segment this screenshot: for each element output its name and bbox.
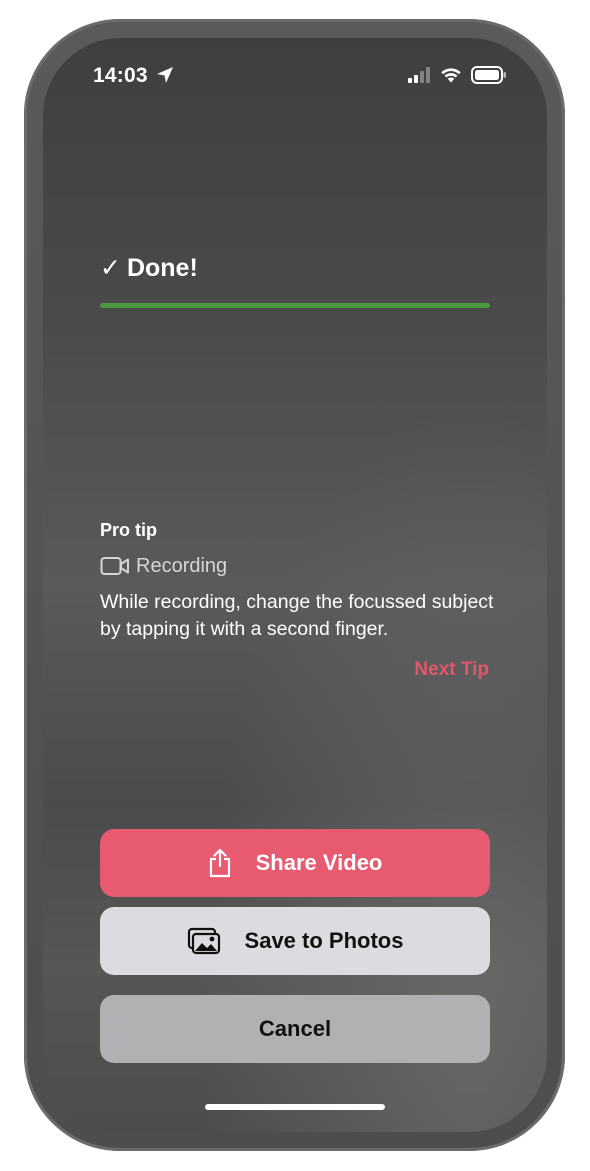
wifi-icon (441, 68, 461, 83)
progress-status: ✓ Done! (100, 250, 198, 286)
video-camera-icon (100, 557, 129, 575)
battery-icon (471, 66, 506, 84)
tip-category: Recording (100, 553, 227, 579)
screen: 14:03 ✓ Done! Pro tip Recording While re… (43, 38, 547, 1132)
save-to-photos-button[interactable]: Save to Photos (100, 907, 490, 975)
cellular-signal-icon (408, 67, 430, 83)
progress-bar-fill (100, 303, 490, 308)
tip-title: Pro tip (100, 520, 157, 540)
share-icon (208, 848, 232, 878)
share-video-button[interactable]: Share Video (100, 829, 490, 897)
tip-category-label: Recording (136, 554, 228, 577)
cancel-button[interactable]: Cancel (100, 995, 490, 1063)
cancel-label: Cancel (258, 1016, 332, 1041)
status-time: 14:03 (93, 64, 148, 87)
location-arrow-icon (157, 67, 173, 83)
progress-label: Done! (126, 253, 198, 282)
photos-icon (187, 927, 221, 955)
share-video-label: Share Video (255, 850, 383, 875)
tip-body: While recording, change the focussed sub… (100, 591, 494, 640)
home-indicator[interactable] (205, 1104, 385, 1110)
checkmark-icon: ✓ (100, 254, 121, 282)
progress-bar (100, 303, 490, 308)
status-bar: 14:03 (43, 38, 547, 114)
next-tip-button[interactable]: Next Tip (414, 659, 489, 681)
save-to-photos-label: Save to Photos (244, 928, 404, 953)
